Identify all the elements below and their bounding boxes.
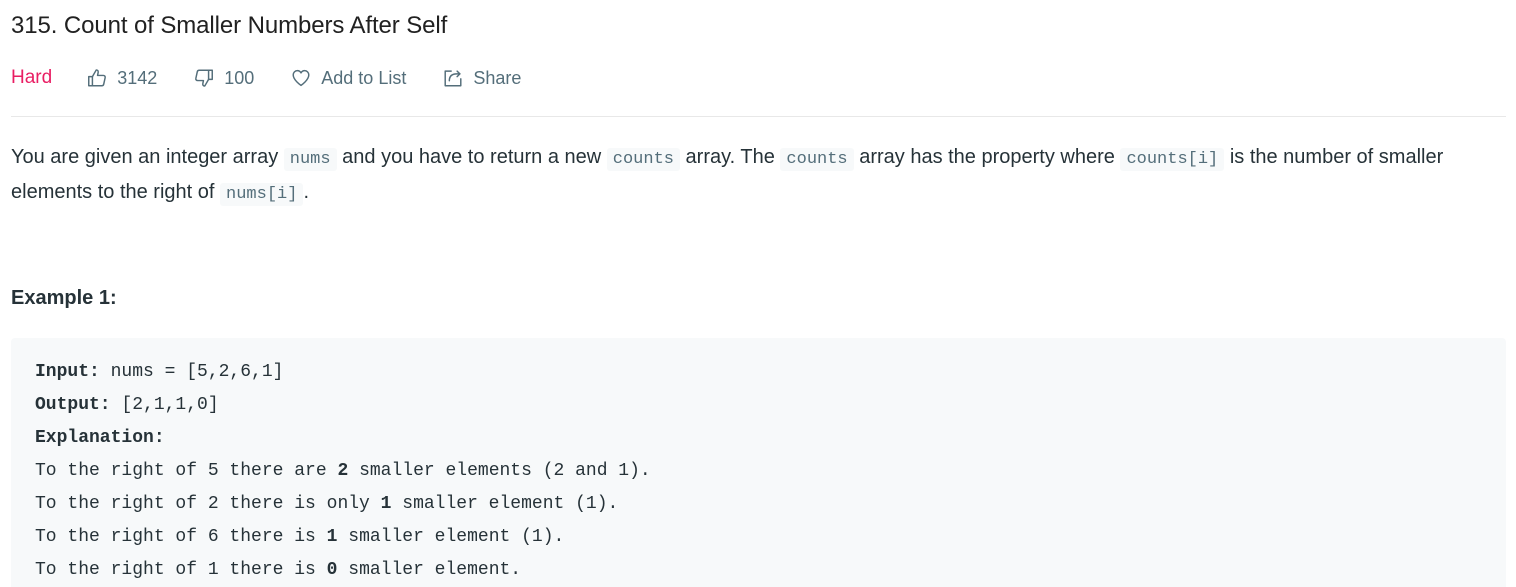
explanation-text: smaller element.	[337, 560, 522, 580]
share-label: Share	[473, 67, 522, 88]
output-label: Output:	[35, 395, 111, 415]
explanation-count: 1	[326, 527, 338, 547]
problem-title: 315. Count of Smaller Numbers After Self	[11, 12, 448, 39]
inline-code: counts	[606, 148, 680, 171]
like-count: 3142	[117, 67, 158, 88]
share-icon	[444, 70, 462, 87]
inline-code: counts[i]	[1120, 148, 1225, 171]
example-heading: Example 1:	[11, 287, 117, 309]
example-pre: Input: nums = [5,2,6,1] Output: [2,1,1,0]…	[35, 356, 1482, 587]
input-value: nums = [5,2,6,1]	[99, 362, 284, 382]
difficulty-badge: Hard	[11, 67, 53, 88]
header-divider	[11, 116, 1506, 117]
description-text: array. The	[680, 146, 781, 168]
explanation-line: To the right of 2 there is only 1 smalle…	[35, 488, 1482, 521]
explanation-count: 2	[337, 461, 349, 481]
problem-description: You are given an integer array nums and …	[11, 141, 1506, 211]
thumbs-down-icon	[195, 69, 214, 87]
inline-code: nums	[283, 148, 337, 171]
dislike-button[interactable]: 100	[193, 67, 254, 89]
explanation-label: Explanation:	[35, 428, 165, 448]
thumbs-up-icon	[88, 69, 107, 87]
explanation-text: smaller element (1).	[391, 494, 619, 514]
dislike-count: 100	[224, 67, 255, 88]
output-value: [2,1,1,0]	[110, 395, 219, 415]
explanation-count: 1	[380, 494, 392, 514]
inline-code: counts	[780, 148, 854, 171]
like-button[interactable]: 3142	[86, 67, 157, 89]
example-input-line: Input: nums = [5,2,6,1]	[35, 356, 1482, 389]
explanation-line: To the right of 5 there are 2 smaller el…	[35, 455, 1482, 488]
explanation-line: To the right of 6 there is 1 smaller ele…	[35, 521, 1482, 554]
explanation-text: smaller elements (2 and 1).	[348, 461, 651, 481]
description-text: and you have to return a new	[336, 146, 607, 168]
add-to-list-label: Add to List	[321, 67, 407, 88]
share-button[interactable]: Share	[442, 67, 521, 89]
inline-code: nums[i]	[220, 183, 304, 206]
add-to-list-button[interactable]: Add to List	[290, 67, 406, 89]
explanation-text: To the right of 6 there is	[35, 527, 327, 547]
problem-page: 315. Count of Smaller Numbers After Self…	[0, 0, 1516, 587]
explanation-text: To the right of 5 there are	[35, 461, 338, 481]
description-text: array has the property where	[853, 146, 1121, 168]
heart-icon	[292, 69, 310, 87]
problem-meta-bar: Hard 3142 100 Add to List Share	[11, 64, 557, 92]
description-text: .	[303, 181, 309, 203]
description-text: You are given an integer array	[11, 146, 284, 168]
explanation-text: To the right of 1 there is	[35, 560, 327, 580]
example-output-line: Output: [2,1,1,0]	[35, 389, 1482, 422]
explanation-text: smaller element (1).	[337, 527, 565, 547]
example-code-block: Input: nums = [5,2,6,1] Output: [2,1,1,0]…	[11, 338, 1506, 587]
explanation-line: To the right of 1 there is 0 smaller ele…	[35, 554, 1482, 587]
explanation-text: To the right of 2 there is only	[35, 494, 381, 514]
input-label: Input:	[35, 362, 100, 382]
explanation-count: 0	[326, 560, 338, 580]
